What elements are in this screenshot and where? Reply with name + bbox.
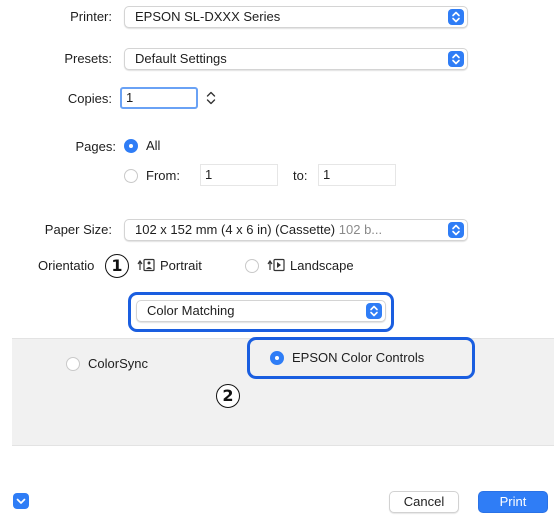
printer-value: EPSON SL-DXXX Series [135,9,281,24]
stepper-icon [206,91,216,105]
colorsync-radio[interactable] [66,357,80,371]
chevron-down-icon [16,498,26,504]
portrait-label[interactable]: Portrait [160,258,202,273]
presets-popup[interactable]: Default Settings [124,48,468,70]
updown-chevrons-icon [366,303,382,319]
pages-from-field[interactable]: 1 [200,164,278,186]
pages-from-label: From: [146,168,180,183]
pages-to-label: to: [293,168,308,183]
epson-color-controls-radio[interactable] [270,351,284,365]
landscape-label[interactable]: Landscape [290,258,354,273]
paper-size-popup[interactable]: 102 x 152 mm (4 x 6 in) (Cassette) 102 b… [124,219,468,241]
pages-all-label: All [146,138,161,153]
landscape-orientation-icon[interactable] [266,258,286,272]
print-button[interactable]: Print [478,491,548,513]
copies-field[interactable]: 1 [120,87,198,109]
landscape-radio[interactable] [245,259,259,273]
pages-to-field[interactable]: 1 [318,164,396,186]
callout-2: 2 [216,384,240,408]
epson-color-controls-label[interactable]: EPSON Color Controls [292,350,424,365]
updown-chevrons-icon [448,9,464,25]
callout-1: 1 [105,254,129,278]
presets-value: Default Settings [135,51,227,66]
panel-popup-value: Color Matching [147,303,235,318]
orientation-label: Orientatio [38,258,95,273]
colorsync-label[interactable]: ColorSync [88,356,148,371]
paper-size-label: Paper Size: [44,222,112,237]
panel-popup[interactable]: Color Matching [136,300,386,322]
copies-stepper[interactable] [204,88,218,108]
details-button[interactable] [13,493,29,509]
updown-chevrons-icon [448,51,464,67]
paper-size-secondary: 102 b... [338,222,383,237]
paper-size-value: 102 x 152 mm (4 x 6 in) (Cassette) [135,222,336,237]
pages-all-radio[interactable] [124,139,138,153]
presets-label: Presets: [64,51,112,66]
portrait-orientation-icon[interactable] [136,258,156,272]
copies-label: Copies: [67,91,112,106]
printer-popup[interactable]: EPSON SL-DXXX Series [124,6,468,28]
cancel-button[interactable]: Cancel [389,491,459,513]
pages-label: Pages: [75,139,116,154]
updown-chevrons-icon [448,222,464,238]
printer-label: Printer: [70,9,112,24]
pages-from-radio[interactable] [124,169,138,183]
